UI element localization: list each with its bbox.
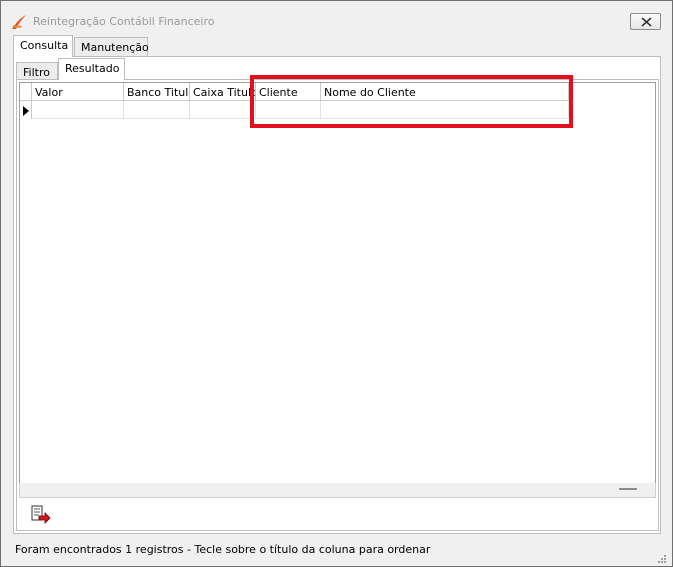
export-arrow-icon <box>31 505 51 524</box>
column-header-nome-do-cliente[interactable]: Nome do Cliente <box>321 83 569 101</box>
table-cell[interactable] <box>124 101 190 119</box>
title-bar: Reintegração Contábil Financeiro <box>1 1 672 33</box>
tab-consulta-label: Consulta <box>20 39 69 52</box>
column-header-caixa-titulo[interactable]: Caixa Titulo <box>190 83 256 101</box>
scrollbar-thumb[interactable] <box>619 488 637 490</box>
table-cell[interactable] <box>190 101 256 119</box>
table-cell[interactable] <box>321 101 569 119</box>
window-title: Reintegração Contábil Financeiro <box>33 15 215 28</box>
tab-filtro-label: Filtro <box>23 66 50 79</box>
column-header-valor[interactable]: Valor <box>32 83 124 101</box>
current-row-arrow-icon <box>23 106 29 116</box>
export-button[interactable] <box>30 504 52 526</box>
grid-corner <box>20 83 32 101</box>
main-window: Reintegração Contábil Financeiro Consult… <box>0 0 673 567</box>
status-bar: Foram encontrados 1 registros - Tecle so… <box>1 541 672 566</box>
column-header-banco-titulo[interactable]: Banco Titulo <box>124 83 190 101</box>
row-indicator <box>20 101 32 119</box>
close-icon <box>641 17 652 27</box>
resize-grip-icon[interactable] <box>656 553 666 563</box>
results-grid[interactable]: Valor Banco Titulo Caixa Titulo Cliente … <box>19 82 656 484</box>
close-button[interactable] <box>630 13 661 30</box>
status-text: Foram encontrados 1 registros - Tecle so… <box>15 543 431 556</box>
table-cell[interactable] <box>256 101 321 119</box>
tab-consulta[interactable]: Consulta <box>13 35 73 57</box>
tab-resultado-label: Resultado <box>65 62 120 75</box>
swoosh-logo-icon <box>12 15 26 29</box>
column-header-cliente[interactable]: Cliente <box>256 83 321 101</box>
horizontal-scrollbar[interactable] <box>19 483 656 498</box>
table-cell[interactable] <box>32 101 124 119</box>
tab-manutencao[interactable]: Manutenção <box>74 37 149 56</box>
tab-manutencao-label: Manutenção <box>81 41 149 54</box>
tab-resultado[interactable]: Resultado <box>58 58 125 80</box>
